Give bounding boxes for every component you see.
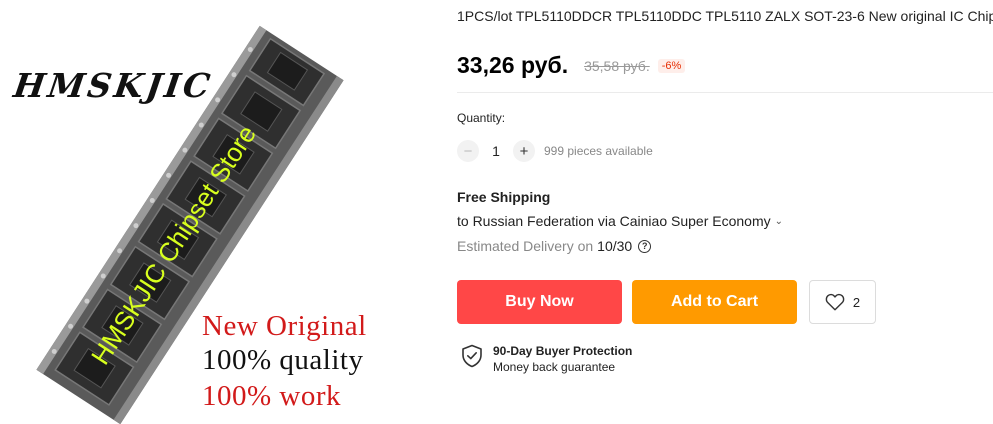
product-info-panel: 1PCS/lot TPL5110DDCR TPL5110DDC TPL5110 … (440, 0, 993, 424)
promo-work: 100% work (202, 380, 342, 412)
chevron-down-icon: ⌄ (774, 215, 784, 227)
quantity-decrease-button[interactable]: − (457, 140, 479, 162)
add-to-cart-button[interactable]: Add to Cart (632, 280, 797, 324)
protection-title: 90-Day Buyer Protection (493, 344, 633, 358)
wishlist-count: 2 (852, 294, 861, 310)
promo-new-original: New Original (202, 310, 367, 342)
discount-badge: -6% (657, 58, 686, 73)
help-icon[interactable]: ? (638, 239, 652, 253)
estimated-delivery: Estimated Delivery on 10/30 ? (457, 238, 652, 254)
delivery-label: Estimated Delivery on (457, 238, 594, 254)
product-title: 1PCS/lot TPL5110DDCR TPL5110DDC TPL5110 … (457, 8, 993, 24)
heart-icon (825, 293, 845, 311)
wishlist-button[interactable]: 2 (809, 280, 876, 324)
current-price: 33,26 руб. (457, 52, 569, 78)
promo-quality: 100% quality (202, 344, 364, 376)
original-price: 35,58 руб. (584, 57, 650, 74)
shield-check-icon (462, 344, 482, 368)
plus-icon: + (519, 142, 529, 160)
shipping-title: Free Shipping (457, 189, 551, 205)
delivery-date: 10/30 (597, 238, 633, 254)
quantity-increase-button[interactable]: + (513, 140, 535, 162)
shipping-method-selector[interactable]: to Russian Federation via Cainiao Super … (457, 213, 783, 229)
quantity-stepper: − 1 + 999 pieces available (457, 140, 653, 162)
product-image[interactable]: HMSKJIC HMSKJIC Chipset Store New Origin… (0, 0, 440, 424)
buyer-protection: 90-Day Buyer Protection Money back guara… (461, 344, 632, 374)
divider (457, 92, 993, 93)
quantity-input[interactable]: 1 (479, 143, 513, 159)
quantity-label: Quantity: (457, 111, 506, 125)
minus-icon: − (463, 142, 473, 160)
quantity-available: 999 pieces available (544, 144, 653, 158)
buy-now-button[interactable]: Buy Now (457, 280, 622, 324)
protection-subtitle: Money back guarantee (493, 360, 616, 374)
price-row: 33,26 руб. 35,58 руб. -6% (457, 52, 686, 79)
shipping-destination: to Russian Federation via Cainiao Super … (457, 213, 771, 229)
